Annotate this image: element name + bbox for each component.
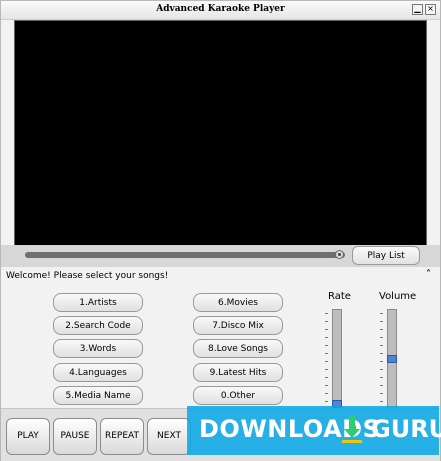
song-button-disco-mix[interactable]: 7.Disco Mix <box>193 316 283 335</box>
song-button-media-name[interactable]: 5.Media Name <box>53 386 143 405</box>
song-button-love-songs[interactable]: 8.Love Songs <box>193 339 283 358</box>
rate-label: Rate <box>328 291 351 302</box>
slider-tick <box>325 321 328 322</box>
seek-bar-row: Play List <box>1 245 440 267</box>
slider-tick <box>325 313 328 314</box>
next-button[interactable]: NEXT <box>147 418 191 455</box>
play-button[interactable]: PLAY <box>6 418 50 455</box>
volume-label: Volume <box>379 291 417 302</box>
song-button-latest-hits[interactable]: 9.Latest Hits <box>193 363 283 382</box>
slider-tick <box>325 401 328 402</box>
slider-tick <box>325 361 328 362</box>
slider-tick <box>380 337 383 338</box>
slider-tick <box>380 321 383 322</box>
welcome-text: Welcome! Please select your songs! <box>6 271 169 281</box>
window-title: Advanced Karaoke Player <box>156 4 285 14</box>
seek-thumb[interactable] <box>334 250 344 259</box>
slider-tick <box>325 369 328 370</box>
pause-button[interactable]: PAUSE <box>53 418 97 455</box>
slider-tick <box>380 329 383 330</box>
repeat-button[interactable]: REPEAT <box>100 418 144 455</box>
slider-tick <box>380 345 383 346</box>
song-button-artists[interactable]: 1.Artists <box>53 293 143 312</box>
song-button-languages[interactable]: 4.Languages <box>53 363 143 382</box>
downloads-guru-watermark: DOWNLOADS GURU <box>187 406 441 455</box>
song-button-search-code[interactable]: 2.Search Code <box>53 316 143 335</box>
song-button-movies[interactable]: 6.Movies <box>193 293 283 312</box>
slider-tick <box>325 337 328 338</box>
watermark-suffix: GURU <box>371 415 441 443</box>
slider-tick <box>325 377 328 378</box>
seek-track[interactable] <box>25 252 345 258</box>
play-list-button[interactable]: Play List <box>352 246 420 265</box>
volume-slider-thumb[interactable] <box>387 355 397 363</box>
minimize-icon[interactable]: ▁ <box>412 4 423 15</box>
slider-tick <box>380 369 383 370</box>
slider-tick <box>380 393 383 394</box>
slider-tick <box>380 361 383 362</box>
slider-tick <box>325 345 328 346</box>
slider-tick <box>380 401 383 402</box>
slider-tick <box>325 329 328 330</box>
volume-slider[interactable] <box>387 309 397 409</box>
double-chevron-up-icon[interactable]: ˄ <box>426 269 431 280</box>
song-button-words[interactable]: 3.Words <box>53 339 143 358</box>
slider-tick <box>380 377 383 378</box>
slider-tick <box>380 385 383 386</box>
app-window: Advanced Karaoke Player ▁ × Play List We… <box>0 0 441 461</box>
slider-tick <box>380 353 383 354</box>
title-bar: Advanced Karaoke Player ▁ × <box>1 1 440 20</box>
slider-tick <box>325 393 328 394</box>
song-button-other[interactable]: 0.Other <box>193 386 283 405</box>
slider-tick <box>325 353 328 354</box>
close-icon[interactable]: × <box>425 4 436 15</box>
slider-tick <box>380 313 383 314</box>
slider-tick <box>325 385 328 386</box>
rate-slider[interactable] <box>332 309 342 409</box>
video-area[interactable] <box>14 20 427 246</box>
download-arrow-icon <box>342 416 362 443</box>
